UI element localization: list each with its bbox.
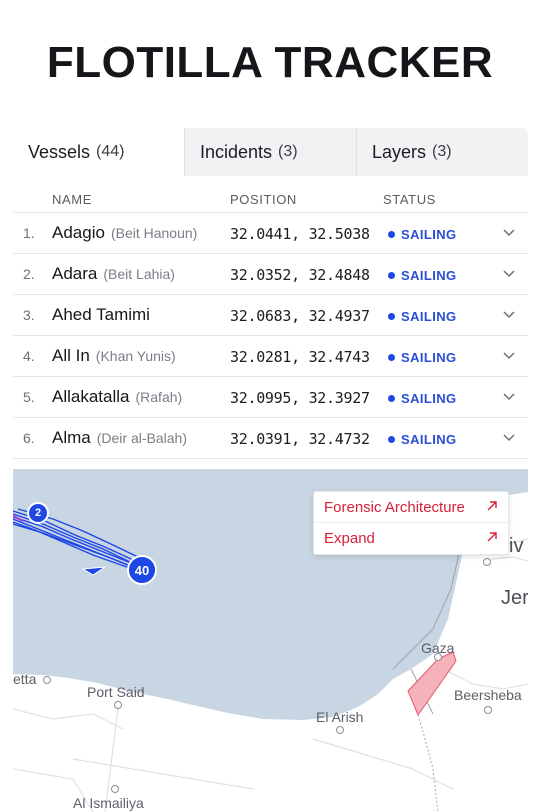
- chevron-down-icon[interactable]: [502, 389, 516, 403]
- table-header: NAME POSITION STATUS: [13, 188, 528, 212]
- status-dot-icon: [388, 436, 395, 443]
- map-label-el-arish: El Arish: [316, 709, 364, 725]
- external-link-arrow-icon: [487, 501, 497, 511]
- vessel-name-wrap: All In (Khan Yunis): [52, 346, 176, 366]
- status-text: SAILING: [401, 268, 457, 283]
- tab-vessels-label: Vessels: [28, 141, 91, 162]
- vessel-list: 1. Adagio (Beit Hanoun) 32.0441, 32.5038 …: [13, 212, 528, 459]
- table-row[interactable]: 5. Allakatalla (Rafah) 32.0995, 32.3927 S…: [13, 376, 528, 417]
- row-number: 4.: [23, 348, 35, 364]
- status-text: SAILING: [401, 391, 457, 406]
- row-number: 1.: [23, 225, 35, 241]
- tab-incidents[interactable]: Incidents (3): [184, 128, 356, 176]
- status-badge: SAILING: [388, 268, 457, 283]
- row-number: 3.: [23, 307, 35, 323]
- vessel-location: (Beit Lahia): [103, 266, 175, 282]
- vessel-name: Ahed Tamimi: [52, 305, 150, 324]
- status-badge: SAILING: [388, 391, 457, 406]
- table-row[interactable]: 4. All In (Khan Yunis) 32.0281, 32.4743 S…: [13, 335, 528, 376]
- column-header-name: NAME: [52, 192, 92, 207]
- map-label-etta: etta: [13, 671, 37, 687]
- tab-vessels[interactable]: Vessels (44): [13, 128, 184, 176]
- vessel-name: All In: [52, 346, 90, 365]
- vessel-name-wrap: Allakatalla (Rafah): [52, 387, 182, 407]
- map-label-al-ismailiya: Al Ismailiya: [73, 795, 144, 811]
- vessel-position: 32.0441, 32.5038: [230, 225, 370, 243]
- map-label-port-said: Port Said: [87, 684, 145, 700]
- status-badge: SAILING: [388, 309, 457, 324]
- external-link-arrow-icon: [487, 532, 497, 542]
- vessel-name: Adara: [52, 264, 98, 283]
- table-row[interactable]: 3. Ahed Tamimi 32.0683, 32.4937 SAILING: [13, 294, 528, 335]
- chevron-down-icon[interactable]: [502, 430, 516, 444]
- map-label-iv: iv: [509, 535, 524, 557]
- vessel-name-wrap: Ahed Tamimi: [52, 305, 156, 325]
- expand-link[interactable]: Expand: [314, 522, 508, 553]
- vessel-position: 32.0352, 32.4848: [230, 266, 370, 284]
- status-dot-icon: [388, 395, 395, 402]
- vessel-name: Allakatalla: [52, 387, 130, 406]
- column-header-position: POSITION: [230, 192, 297, 207]
- row-number: 5.: [23, 389, 35, 405]
- vessel-location: (Beit Hanoun): [110, 225, 198, 241]
- map-label-jer: Jer: [501, 587, 528, 609]
- vessel-name: Alma: [52, 428, 91, 447]
- map-label-gaza: Gaza: [421, 640, 455, 656]
- chevron-down-icon[interactable]: [502, 266, 516, 280]
- vessel-position: 32.0391, 32.4732: [230, 430, 370, 448]
- tab-incidents-label: Incidents: [200, 141, 273, 162]
- chevron-down-icon[interactable]: [502, 307, 516, 321]
- vessel-position: 32.0683, 32.4937: [230, 307, 370, 325]
- status-badge: SAILING: [388, 350, 457, 365]
- expand-label: Expand: [324, 529, 375, 547]
- table-row[interactable]: 6. Alma (Deir al-Balah) 32.0391, 32.4732 …: [13, 417, 528, 459]
- status-text: SAILING: [401, 227, 457, 242]
- tab-bar: Vessels (44) Incidents (3) Layers (3): [13, 128, 528, 176]
- vessel-location: (Rafah): [135, 389, 183, 405]
- tab-incidents-count: (3): [278, 143, 298, 160]
- chevron-down-icon[interactable]: [502, 348, 516, 362]
- vessel-position: 32.0995, 32.3927: [230, 389, 370, 407]
- tab-layers[interactable]: Layers (3): [356, 128, 528, 176]
- table-row[interactable]: 1. Adagio (Beit Hanoun) 32.0441, 32.5038 …: [13, 212, 528, 253]
- cluster-marker-small[interactable]: 2: [27, 502, 49, 524]
- status-dot-icon: [388, 313, 395, 320]
- vessel-location: (Deir al-Balah): [96, 430, 187, 446]
- map-popup: Forensic Architecture Expand: [313, 491, 509, 555]
- status-badge: SAILING: [388, 227, 457, 242]
- status-text: SAILING: [401, 309, 457, 324]
- status-dot-icon: [388, 354, 395, 361]
- chevron-down-icon[interactable]: [502, 225, 516, 239]
- vessel-name: Adagio: [52, 223, 105, 242]
- status-text: SAILING: [401, 350, 457, 365]
- map-label-beersheba: Beersheba: [454, 687, 522, 703]
- tab-vessels-count: (44): [96, 143, 125, 160]
- page-title: FLOTILLA TRACKER: [46, 38, 494, 87]
- row-number: 2.: [23, 266, 35, 282]
- status-text: SAILING: [401, 432, 457, 447]
- vessel-name-wrap: Adara (Beit Lahia): [52, 264, 175, 284]
- table-row[interactable]: 2. Adara (Beit Lahia) 32.0352, 32.4848 SA…: [13, 253, 528, 294]
- tab-layers-count: (3): [432, 143, 452, 160]
- vessel-location: (Khan Yunis): [95, 348, 176, 364]
- vessel-position: 32.0281, 32.4743: [230, 348, 370, 366]
- status-dot-icon: [388, 272, 395, 279]
- status-dot-icon: [388, 231, 395, 238]
- forensic-architecture-link[interactable]: Forensic Architecture: [314, 492, 508, 522]
- cluster-marker-large[interactable]: 40: [127, 555, 157, 585]
- vessel-name-wrap: Adagio (Beit Hanoun): [52, 223, 197, 243]
- status-badge: SAILING: [388, 432, 457, 447]
- vessel-name-wrap: Alma (Deir al-Balah): [52, 428, 187, 448]
- row-number: 6.: [23, 430, 35, 446]
- tab-layers-label: Layers: [372, 141, 427, 162]
- forensic-architecture-label: Forensic Architecture: [324, 498, 465, 516]
- column-header-status: STATUS: [383, 192, 436, 207]
